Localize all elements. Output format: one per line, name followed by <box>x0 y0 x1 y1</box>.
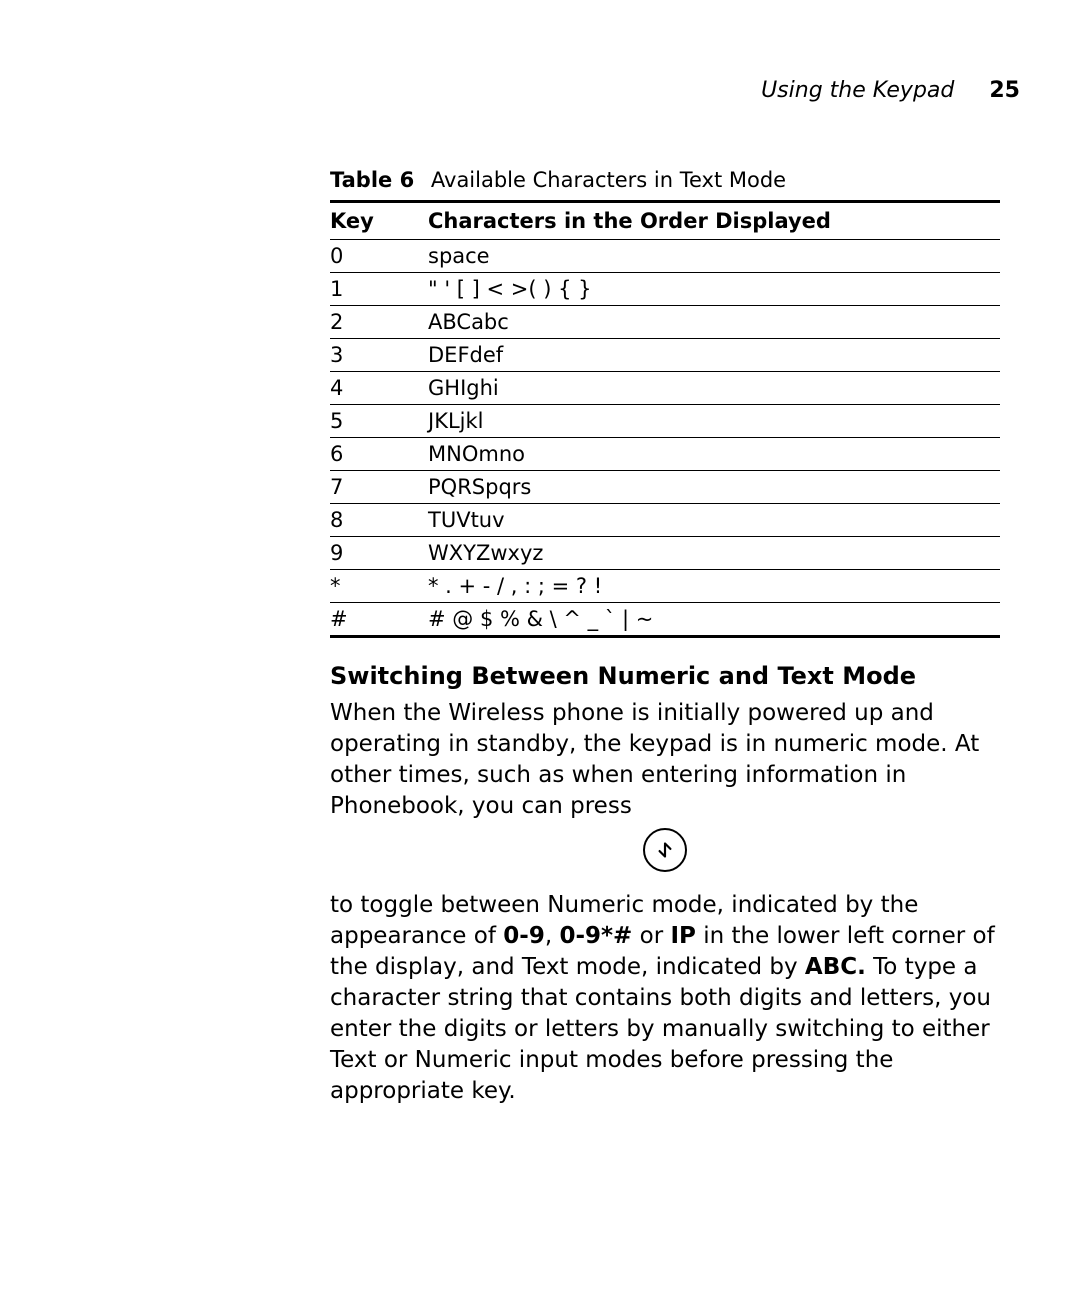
table-row: 4GHIghi <box>330 372 1000 405</box>
table-row: 9WXYZwxyz <box>330 537 1000 570</box>
para-2: to toggle between Numeric mode, indicate… <box>330 890 1000 1107</box>
cell-key: 7 <box>330 471 428 504</box>
para2-bold-3: IP <box>670 923 695 949</box>
table-caption: Table 6 Available Characters in Text Mod… <box>330 168 1000 192</box>
table-row: 1" ' [ ] < >( ) { } <box>330 273 1000 306</box>
table-row: 3DEFdef <box>330 339 1000 372</box>
table-row: 2ABCabc <box>330 306 1000 339</box>
para2-text-c: , <box>545 923 560 949</box>
table-row: 8TUVtuv <box>330 504 1000 537</box>
cell-key: 9 <box>330 537 428 570</box>
main-content: Table 6 Available Characters in Text Mod… <box>330 78 1000 1108</box>
table-row: ## @ $ % & \ ^ _ ` | ~ <box>330 603 1000 637</box>
table-row: 6MNOmno <box>330 438 1000 471</box>
cell-key: 4 <box>330 372 428 405</box>
cell-key: 8 <box>330 504 428 537</box>
table-header-row: Key Characters in the Order Displayed <box>330 202 1000 240</box>
table-row: ** . + - / , : ; = ? ! <box>330 570 1000 603</box>
cell-key: 2 <box>330 306 428 339</box>
cell-chars: TUVtuv <box>428 504 1000 537</box>
para-1: When the Wireless phone is initially pow… <box>330 698 1000 822</box>
cell-chars: GHIghi <box>428 372 1000 405</box>
cell-chars: # @ $ % & \ ^ _ ` | ~ <box>428 603 1000 637</box>
header-section-title: Using the Keypad <box>761 78 954 103</box>
cell-key: 0 <box>330 240 428 273</box>
table-row: 5JKLjkl <box>330 405 1000 438</box>
cell-key: * <box>330 570 428 603</box>
cell-key: 6 <box>330 438 428 471</box>
icon-line <box>330 828 1000 872</box>
section-heading: Switching Between Numeric and Text Mode <box>330 662 1000 690</box>
table-row: 7PQRSpqrs <box>330 471 1000 504</box>
col-header-key: Key <box>330 202 428 240</box>
para2-bold-2: 0-9*# <box>559 923 632 949</box>
para2-bold-4: ABC. <box>805 954 866 980</box>
para2-text-d: or <box>632 923 670 949</box>
cell-chars: JKLjkl <box>428 405 1000 438</box>
running-header: Using the Keypad 25 <box>761 78 1020 103</box>
table-caption-text: Available Characters in Text Mode <box>431 168 786 192</box>
cell-chars: space <box>428 240 1000 273</box>
header-page-number: 25 <box>989 78 1020 103</box>
cell-chars: MNOmno <box>428 438 1000 471</box>
cell-chars: DEFdef <box>428 339 1000 372</box>
table-caption-label: Table 6 <box>330 168 414 192</box>
cell-key: # <box>330 603 428 637</box>
cell-key: 1 <box>330 273 428 306</box>
table-row: 0space <box>330 240 1000 273</box>
cell-chars: PQRSpqrs <box>428 471 1000 504</box>
cell-chars: WXYZwxyz <box>428 537 1000 570</box>
para2-bold-1: 0-9 <box>503 923 545 949</box>
cell-key: 5 <box>330 405 428 438</box>
cell-chars: * . + - / , : ; = ? ! <box>428 570 1000 603</box>
characters-table: Key Characters in the Order Displayed 0s… <box>330 200 1000 638</box>
document-page: Using the Keypad 25 Table 6 Available Ch… <box>0 0 1080 1296</box>
transfer-icon <box>643 828 687 872</box>
cell-chars: ABCabc <box>428 306 1000 339</box>
table-body: 0space1" ' [ ] < >( ) { }2ABCabc3DEFdef4… <box>330 240 1000 637</box>
cell-chars: " ' [ ] < >( ) { } <box>428 273 1000 306</box>
col-header-chars: Characters in the Order Displayed <box>428 202 1000 240</box>
cell-key: 3 <box>330 339 428 372</box>
